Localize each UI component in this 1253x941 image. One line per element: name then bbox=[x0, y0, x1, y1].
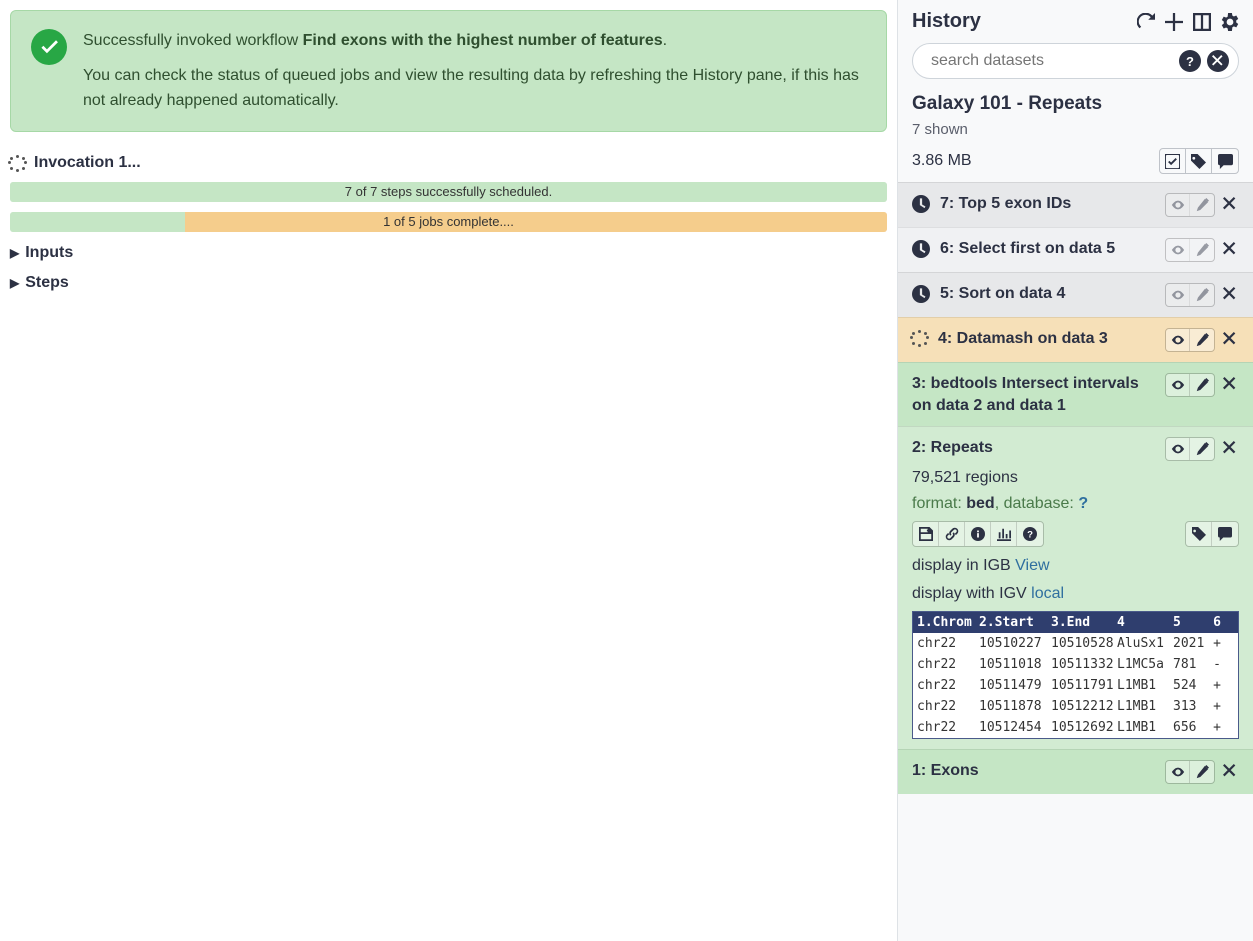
history-item-title: 3: bedtools Intersect intervals on data … bbox=[912, 373, 1155, 416]
check-icon bbox=[31, 29, 67, 65]
pencil-icon bbox=[1190, 194, 1214, 216]
tags-icon[interactable] bbox=[1186, 522, 1212, 546]
save-icon[interactable] bbox=[913, 522, 939, 546]
history-shown: 7 shown bbox=[912, 121, 1239, 138]
history-item-5[interactable]: 5: Sort on data 4 bbox=[898, 272, 1253, 317]
history-item-6[interactable]: 6: Select first on data 5 bbox=[898, 227, 1253, 272]
eye-icon bbox=[1166, 284, 1190, 306]
history-item-title: 7: Top 5 exon IDs bbox=[940, 193, 1155, 215]
pencil-icon[interactable] bbox=[1190, 438, 1214, 460]
igb-view-link[interactable]: View bbox=[1015, 557, 1049, 574]
eye-icon[interactable] bbox=[1166, 438, 1190, 460]
preview-table: 1.Chrom2.Start3.End456 chr22105102271051… bbox=[912, 611, 1239, 739]
history-item-1[interactable]: 1: Exons bbox=[898, 749, 1253, 794]
database-link[interactable]: ? bbox=[1078, 495, 1088, 512]
jobs-progress-bar: 1 of 5 jobs complete.... bbox=[10, 212, 887, 232]
alert-title: Successfully invoked workflow Find exons… bbox=[83, 29, 866, 54]
steps-progress-bar: 7 of 7 steps successfully scheduled. bbox=[10, 182, 887, 202]
pencil-icon[interactable] bbox=[1190, 761, 1214, 783]
inputs-expander[interactable]: ▶Inputs bbox=[10, 244, 887, 262]
select-icon[interactable] bbox=[1160, 149, 1186, 173]
delete-icon[interactable] bbox=[1221, 439, 1239, 460]
delete-icon[interactable] bbox=[1221, 240, 1239, 261]
history-item-title: 5: Sort on data 4 bbox=[940, 283, 1155, 305]
history-item-7[interactable]: 7: Top 5 exon IDs bbox=[898, 182, 1253, 227]
steps-expander[interactable]: ▶Steps bbox=[10, 274, 887, 292]
history-title: History bbox=[912, 10, 981, 33]
delete-icon[interactable] bbox=[1221, 330, 1239, 351]
spinner-icon bbox=[912, 330, 928, 346]
history-view-icon[interactable] bbox=[1193, 13, 1211, 31]
clock-icon bbox=[912, 240, 930, 258]
success-alert: Successfully invoked workflow Find exons… bbox=[10, 10, 887, 132]
invocation-header[interactable]: Invocation 1... bbox=[10, 154, 887, 172]
chart-icon[interactable] bbox=[991, 522, 1017, 546]
history-item-4[interactable]: 4: Datamash on data 3 bbox=[898, 317, 1253, 362]
refresh-icon[interactable] bbox=[1137, 13, 1155, 31]
annotation-icon[interactable] bbox=[1212, 522, 1238, 546]
eye-icon[interactable] bbox=[1166, 761, 1190, 783]
clock-icon bbox=[912, 285, 930, 303]
delete-icon[interactable] bbox=[1221, 375, 1239, 396]
eye-icon bbox=[1166, 194, 1190, 216]
igv-local-link[interactable]: local bbox=[1031, 585, 1064, 602]
pencil-icon bbox=[1190, 284, 1214, 306]
history-name[interactable]: Galaxy 101 - Repeats bbox=[912, 93, 1239, 115]
history-item-title: 6: Select first on data 5 bbox=[940, 238, 1155, 260]
delete-icon[interactable] bbox=[1221, 195, 1239, 216]
history-panel: History ? Galaxy 101 - Repeats 7 shown 3… bbox=[897, 0, 1253, 941]
help-icon[interactable] bbox=[1017, 522, 1043, 546]
history-item-title: 4: Datamash on data 3 bbox=[938, 328, 1155, 350]
history-item-2[interactable]: 2: Repeats 79,521 regions format: bed, d… bbox=[898, 426, 1253, 749]
history-item-title: 1: Exons bbox=[912, 760, 1155, 782]
annotation-icon[interactable] bbox=[1212, 149, 1238, 173]
new-history-icon[interactable] bbox=[1165, 13, 1183, 31]
spinner-icon bbox=[10, 155, 26, 171]
eye-icon[interactable] bbox=[1166, 329, 1190, 351]
search-help-icon[interactable]: ? bbox=[1179, 50, 1201, 72]
pencil-icon[interactable] bbox=[1190, 329, 1214, 351]
delete-icon[interactable] bbox=[1221, 762, 1239, 783]
pencil-icon[interactable] bbox=[1190, 374, 1214, 396]
tags-icon[interactable] bbox=[1186, 149, 1212, 173]
eye-icon[interactable] bbox=[1166, 374, 1190, 396]
dataset-regions: 79,521 regions bbox=[912, 469, 1239, 487]
history-item-3[interactable]: 3: bedtools Intersect intervals on data … bbox=[898, 362, 1253, 426]
history-item-title: 2: Repeats bbox=[912, 437, 1155, 459]
history-size: 3.86 MB bbox=[912, 152, 972, 170]
clock-icon bbox=[912, 195, 930, 213]
eye-icon bbox=[1166, 239, 1190, 261]
history-options-icon[interactable] bbox=[1221, 13, 1239, 31]
pencil-icon bbox=[1190, 239, 1214, 261]
delete-icon[interactable] bbox=[1221, 285, 1239, 306]
info-icon[interactable] bbox=[965, 522, 991, 546]
search-clear-icon[interactable] bbox=[1207, 50, 1229, 72]
link-icon[interactable] bbox=[939, 522, 965, 546]
alert-body-text: You can check the status of queued jobs … bbox=[83, 64, 866, 114]
